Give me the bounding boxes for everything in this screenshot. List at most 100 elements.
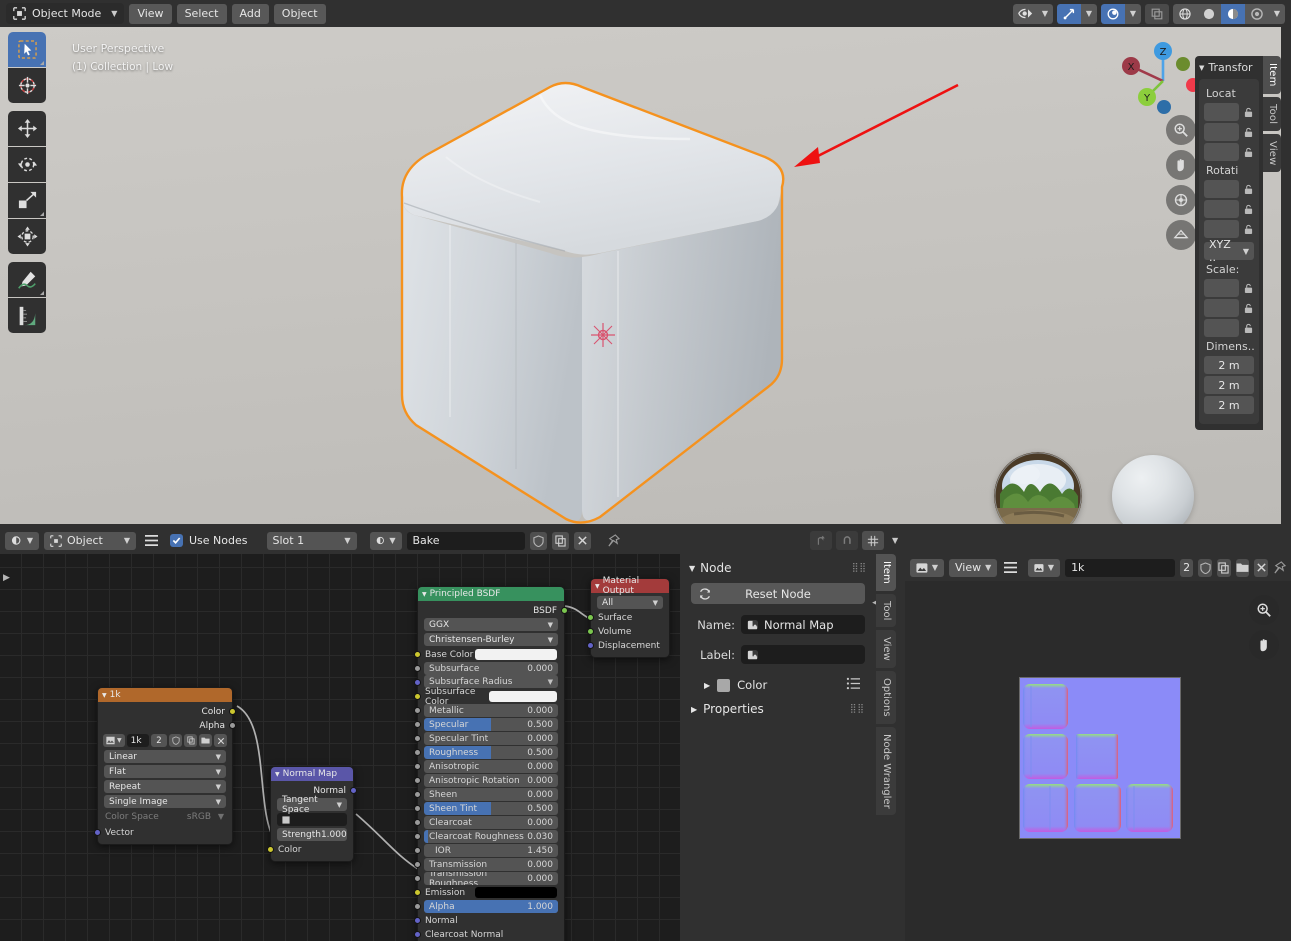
chevron-down-icon[interactable]: ▼ — [888, 536, 898, 545]
sidebar-expand-arrow[interactable]: ▶ — [3, 573, 10, 583]
snap-magnet-icon[interactable] — [836, 531, 858, 550]
gizmo-axis-neg-y[interactable] — [1176, 57, 1190, 71]
socket-in[interactable] — [414, 735, 421, 742]
lock-icon[interactable] — [1242, 301, 1254, 315]
open-folder-icon[interactable] — [1235, 558, 1250, 577]
n-tab-tool[interactable]: Tool — [1263, 96, 1281, 131]
slider[interactable]: Alpha 1.000 — [424, 900, 558, 913]
socket-in[interactable] — [414, 917, 421, 924]
socket-vector-in[interactable] — [94, 829, 101, 836]
node-header[interactable]: ▼ Principled BSDF — [418, 587, 564, 601]
slider[interactable]: Anisotropic 0.000 — [424, 760, 558, 773]
lock-icon[interactable] — [1242, 125, 1254, 139]
checkbox-color-icon[interactable] — [717, 678, 731, 692]
image-browse-dropdown[interactable]: ▼ — [103, 734, 125, 747]
rotation-y-field[interactable] — [1204, 200, 1239, 218]
interpolation-dropdown[interactable]: Linear ▼ — [104, 750, 226, 763]
camera-icon[interactable] — [1166, 185, 1196, 215]
lock-icon[interactable] — [1242, 222, 1254, 236]
slider[interactable]: Sheen Tint 0.500 — [424, 802, 558, 815]
list-options-icon[interactable] — [846, 677, 861, 693]
tool-annotate[interactable] — [8, 262, 46, 297]
location-x-field[interactable] — [1204, 103, 1239, 121]
node-color-row[interactable]: ▶ Color — [691, 677, 865, 693]
socket-in[interactable] — [414, 903, 421, 910]
image-users-count[interactable]: 2 — [1179, 558, 1194, 577]
rotation-mode-dropdown[interactable]: XYZ .. ▼ — [1204, 238, 1254, 264]
lock-icon[interactable] — [1242, 182, 1254, 196]
scale-z-field[interactable] — [1204, 319, 1239, 337]
socket-displacement-in[interactable] — [587, 642, 594, 649]
color-swatch[interactable] — [475, 887, 557, 898]
socket-in[interactable] — [414, 777, 421, 784]
color-swatch[interactable] — [488, 691, 557, 702]
open-folder-icon[interactable] — [199, 734, 212, 747]
lock-icon[interactable] — [1242, 202, 1254, 216]
menu-object[interactable]: Object — [273, 3, 326, 24]
node-header[interactable]: ▼ 1k — [98, 688, 232, 702]
node-name-input[interactable]: Normal Map — [741, 615, 865, 634]
socket-normal-out[interactable] — [350, 787, 357, 794]
gizmo-axis-neg-z[interactable] — [1157, 100, 1171, 114]
socket-in[interactable] — [414, 819, 421, 826]
dimension-z-field[interactable]: 2 m — [1204, 396, 1254, 414]
node-header[interactable]: ▼ Material Output — [591, 576, 669, 596]
slider[interactable]: Specular 0.500 — [424, 718, 558, 731]
tool-move[interactable] — [8, 111, 46, 146]
tool-scale[interactable] — [8, 183, 46, 218]
node-tab-tool[interactable]: Tool — [876, 593, 896, 628]
node-normal-map[interactable]: ▼ Normal Map Normal Tangent Space ▼ Stre… — [267, 766, 357, 862]
editor-type-selector[interactable]: ▼ — [5, 531, 39, 550]
socket-alpha-out[interactable] — [229, 722, 236, 729]
node-tab-node-wrangler[interactable]: Node Wrangler — [876, 726, 896, 816]
hamburger-menu-icon[interactable] — [1002, 561, 1018, 574]
slider[interactable]: Transmission 0.000 — [424, 858, 558, 871]
uv-map-field[interactable] — [277, 813, 347, 826]
socket-in[interactable] — [414, 791, 421, 798]
node-material-output[interactable]: ▼ Material Output All ▼ Surface Volume D… — [587, 576, 670, 658]
view-menu[interactable]: View ▼ — [949, 558, 998, 577]
tool-measure[interactable] — [8, 298, 46, 333]
cube-object[interactable] — [390, 57, 800, 524]
lock-icon[interactable] — [1242, 105, 1254, 119]
slider[interactable]: Anisotropic Rotation 0.000 — [424, 774, 558, 787]
visibility-dropdown-icon[interactable]: ▼ — [1037, 3, 1053, 24]
pin-icon[interactable] — [1273, 559, 1286, 577]
lock-icon[interactable] — [1242, 145, 1254, 159]
source-dropdown[interactable]: Single Image ▼ — [104, 795, 226, 808]
slider[interactable]: Clearcoat Roughness 0.030 — [424, 830, 558, 843]
location-y-field[interactable] — [1204, 123, 1239, 141]
pan-hand-icon[interactable] — [1166, 150, 1196, 180]
lock-icon[interactable] — [1242, 281, 1254, 295]
3d-viewport[interactable]: User Perspective (1) Collection | Low Z … — [0, 27, 1281, 524]
unlink-x-icon[interactable] — [573, 531, 591, 550]
socket-in[interactable] — [414, 847, 421, 854]
use-nodes-toggle[interactable]: Use Nodes — [170, 534, 248, 547]
socket-in[interactable] — [414, 875, 421, 882]
shield-fake-user-icon[interactable] — [529, 531, 547, 550]
socket-color-out[interactable] — [229, 708, 236, 715]
object-visibility-icon[interactable] — [1013, 3, 1037, 24]
slider[interactable]: Metallic 0.000 — [424, 704, 558, 717]
shield-fake-user-icon[interactable] — [169, 734, 182, 747]
image-browse-dropdown[interactable]: ▼ — [1028, 558, 1061, 577]
socket-in[interactable] — [414, 763, 421, 770]
duplicate-icon[interactable] — [551, 531, 569, 550]
image-editor-canvas[interactable] — [905, 581, 1291, 941]
scale-x-field[interactable] — [1204, 279, 1239, 297]
rotation-x-field[interactable] — [1204, 180, 1239, 198]
socket-volume-in[interactable] — [587, 628, 594, 635]
zoom-icon[interactable] — [1249, 595, 1279, 625]
shading-dropdown-icon[interactable]: ▼ — [1269, 3, 1285, 24]
socket-in[interactable] — [414, 679, 421, 686]
slider[interactable]: Transmission Roughness 0.000 — [424, 872, 558, 885]
transform-panel-header[interactable]: ▼ Transfor — [1195, 58, 1263, 77]
pan-hand-icon[interactable] — [1249, 630, 1279, 660]
image-name-field[interactable]: 1k — [1065, 558, 1175, 577]
socket-in[interactable] — [414, 665, 421, 672]
node-image-texture[interactable]: ▼ 1k Color Alpha ▼ 1k 2 Linear ▼ Flat ▼ … — [94, 687, 236, 845]
node-tab-view[interactable]: View — [876, 630, 896, 668]
duplicate-icon[interactable] — [184, 734, 197, 747]
node-principled-bsdf[interactable]: ▼ Principled BSDF BSDF GGX ▼ Christensen… — [414, 586, 568, 941]
node-tab-item[interactable]: Item — [876, 554, 896, 591]
